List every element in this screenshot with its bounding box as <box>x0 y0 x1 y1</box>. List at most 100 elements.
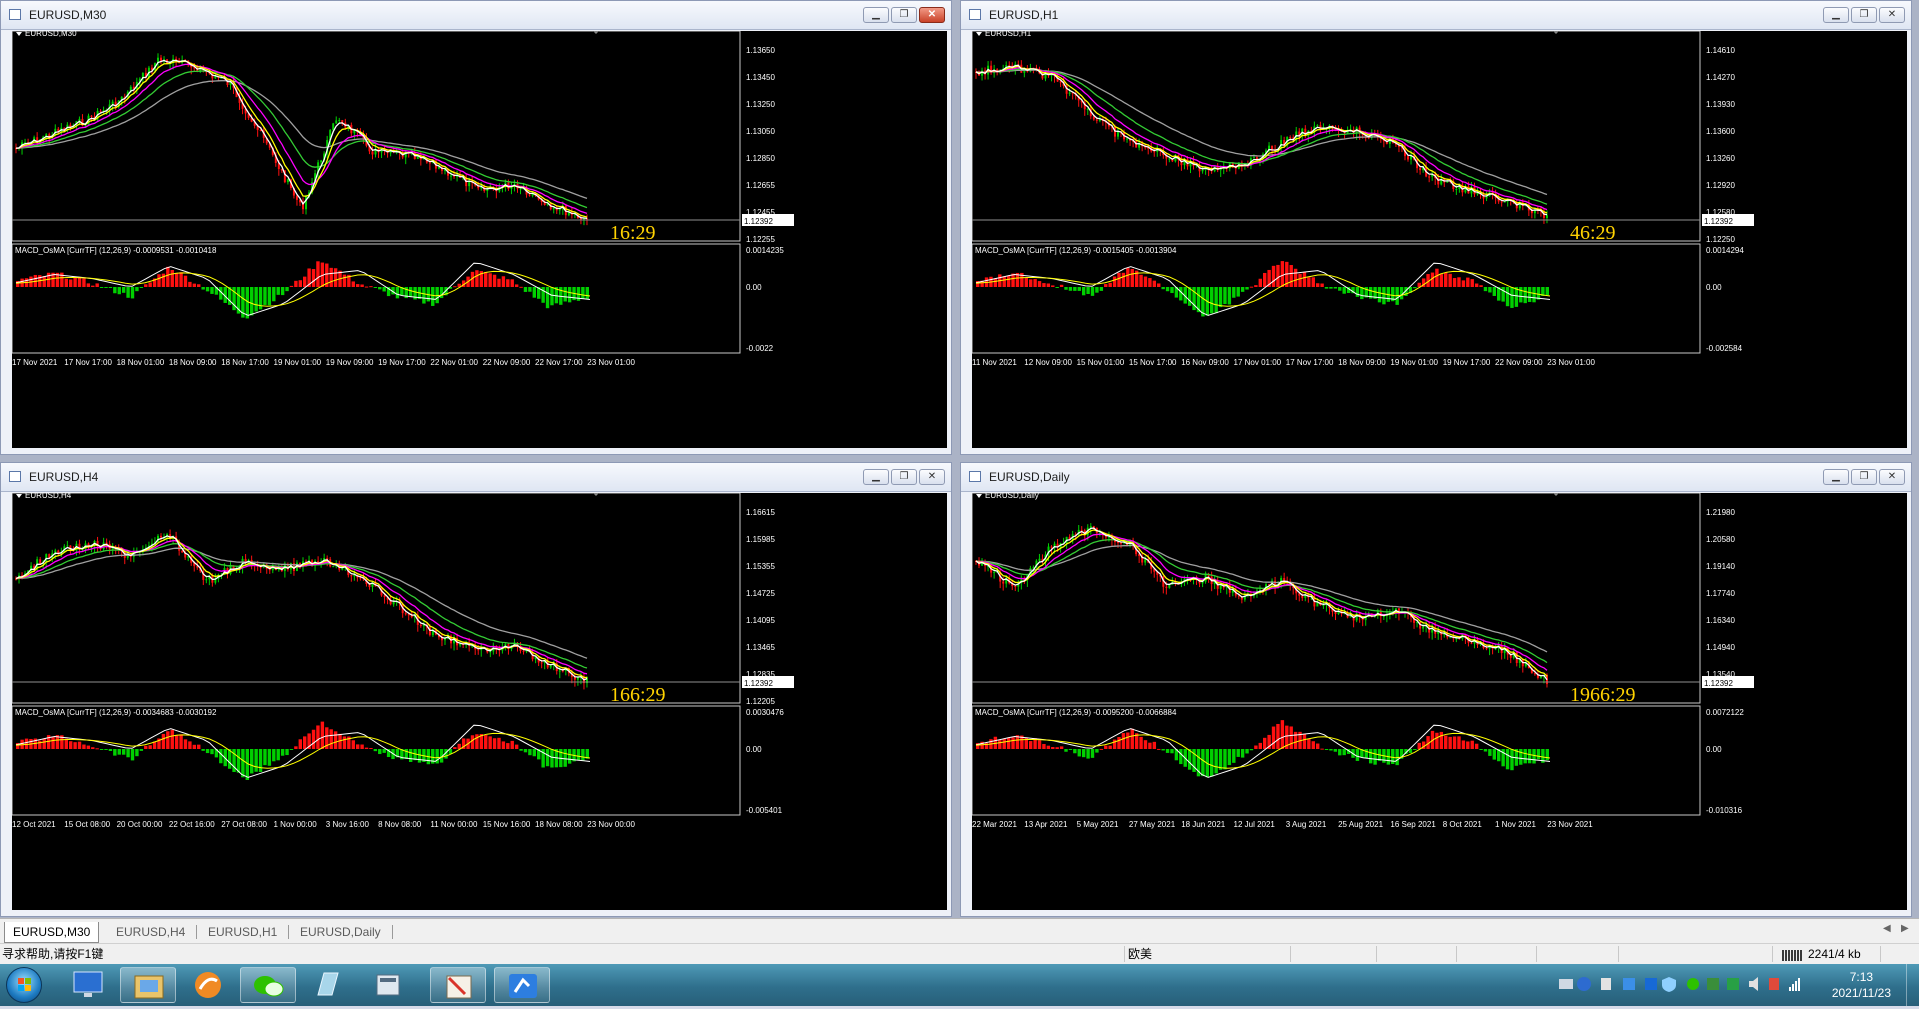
chart-window-h4[interactable]: EURUSD,H4 ▁ ❐ ✕ 1.12392 1.16615 1.15985 1.1… <box>0 462 952 917</box>
candle-body <box>99 110 102 112</box>
osma-bar <box>1090 749 1095 758</box>
osma-bar <box>1505 749 1510 770</box>
candle-body <box>1126 138 1129 140</box>
osma-bar <box>523 287 528 292</box>
osma-bar <box>1165 287 1170 292</box>
price-axis-label: 1.13260 <box>1706 154 1735 163</box>
price-axis-label: 1.14610 <box>1706 46 1735 55</box>
minimize-button[interactable]: ▁ <box>863 469 889 485</box>
osma-bar <box>550 287 554 306</box>
chart-window-h1[interactable]: EURUSD,H1 ▁ ❐ ✕ 1.12392 1.14610 1.14270 1.1… <box>960 0 1912 455</box>
candle-body <box>1419 168 1422 171</box>
taskbar-calculator[interactable] <box>360 967 416 1003</box>
candle-body <box>1252 157 1255 159</box>
osma-bar <box>1218 287 1223 308</box>
window-title: EURUSD,H1 <box>989 8 1059 22</box>
osma-bar <box>91 747 95 749</box>
osma-bar <box>382 749 386 753</box>
osma-bar <box>1311 277 1315 287</box>
osma-bar <box>329 729 333 749</box>
tab-eurusd-h1[interactable]: EURUSD,H1 <box>200 922 285 942</box>
osma-bar <box>1104 745 1108 749</box>
window-titlebar[interactable]: EURUSD,H4 ▁ ❐ ✕ <box>1 463 951 492</box>
maximize-button[interactable]: ❐ <box>891 469 917 485</box>
taskbar-metatrader[interactable] <box>494 967 550 1003</box>
osma-bar <box>475 734 479 749</box>
chart-window-daily[interactable]: EURUSD,Daily ▁ ❐ ✕ 1.12392 1.21980 1.20580… <box>960 462 1912 917</box>
tab-eurusd-m30[interactable]: EURUSD,M30 <box>4 922 100 943</box>
osma-bar <box>563 287 567 302</box>
price-chart[interactable]: 1.12392 1.14610 1.14270 1.13930 1.13600 1.132… <box>972 31 1907 448</box>
tray-signal-icon <box>1789 978 1800 991</box>
osma-bar <box>311 269 316 287</box>
osma-bar <box>1187 749 1192 770</box>
osma-bar <box>42 738 46 749</box>
candle-body <box>1038 558 1041 561</box>
price-chart[interactable]: 1.12392 1.16615 1.15985 1.15355 1.14725 1.140… <box>12 493 947 910</box>
maximize-button[interactable]: ❐ <box>891 7 917 23</box>
price-chart[interactable]: 1.12392 1.21980 1.20580 1.19140 1.17740 1.163… <box>972 493 1907 910</box>
taskbar-explorer[interactable] <box>120 967 176 1003</box>
taskbar-notebook[interactable] <box>300 967 356 1003</box>
close-button[interactable]: ✕ <box>919 7 945 23</box>
candle-body <box>181 550 184 553</box>
minimize-button[interactable]: ▁ <box>1823 7 1849 23</box>
chart-window-m30[interactable]: EURUSD,M30 ▁ ❐ ✕ 1.12392 1.13650 1.13450 1.… <box>0 0 952 455</box>
show-desktop-button[interactable] <box>1906 964 1919 1006</box>
maximize-button[interactable]: ❐ <box>1851 7 1877 23</box>
osma-bar <box>1417 742 1421 749</box>
price-chart[interactable]: 1.12392 1.13650 1.13450 1.13250 1.13050 1.128… <box>12 31 947 448</box>
taskbar-browser[interactable] <box>180 967 236 1003</box>
osma-bar <box>272 287 276 302</box>
tab-scroll-right-icon[interactable]: ▶ <box>1901 923 1909 934</box>
price-axis-label: 1.12835 <box>746 670 775 679</box>
osma-bar <box>1289 726 1293 749</box>
taskbar-desktop[interactable] <box>60 967 116 1003</box>
minimize-button[interactable]: ▁ <box>1823 469 1849 485</box>
osma-bar <box>528 749 532 756</box>
maximize-button[interactable]: ❐ <box>1851 469 1877 485</box>
taskbar-wechat[interactable] <box>240 967 296 1003</box>
tab-eurusd-h4[interactable]: EURUSD,H4 <box>108 922 193 942</box>
system-tray: 7:13 2021/11/23 <box>1559 964 1919 1006</box>
window-titlebar[interactable]: EURUSD,Daily ▁ ❐ ✕ <box>961 463 1911 492</box>
osma-bar <box>179 734 183 749</box>
osma-bar <box>311 729 316 749</box>
tab-eurusd-daily[interactable]: EURUSD,Daily <box>292 922 389 942</box>
price-axis-label: 1.14725 <box>746 589 775 598</box>
taskbar-clock[interactable]: 7:13 2021/11/23 <box>1832 969 1891 1001</box>
osma-bar <box>1280 720 1285 749</box>
osma-bar <box>121 287 126 293</box>
start-button[interactable] <box>6 967 42 1003</box>
osma-bar <box>1051 746 1055 749</box>
indicator-label: MACD_OsMA [CurrTF] (12,26,9) -0.0009531 … <box>15 246 217 255</box>
window-titlebar[interactable]: EURUSD,M30 ▁ ❐ ✕ <box>1 1 951 30</box>
taskbar-paint[interactable] <box>430 967 486 1003</box>
close-button[interactable]: ✕ <box>1879 469 1905 485</box>
window-titlebar[interactable]: EURUSD,H1 ▁ ❐ ✕ <box>961 1 1911 30</box>
osma-bar <box>1523 287 1527 304</box>
osma-bar <box>1099 287 1104 291</box>
current-price-label: 1.12392 <box>1704 217 1733 226</box>
status-profile[interactable]: 欧美 <box>1128 946 1152 962</box>
ma-green-line <box>975 539 1548 664</box>
osma-bar <box>501 276 506 287</box>
osma-bar <box>139 287 144 288</box>
osma-bar <box>1227 287 1232 305</box>
osma-bar <box>289 285 294 287</box>
osma-bar <box>492 738 497 749</box>
close-button[interactable]: ✕ <box>1879 7 1905 23</box>
candle-body <box>1316 125 1319 127</box>
osma-bar <box>585 287 589 299</box>
osma-bar <box>1271 726 1276 749</box>
minimize-button[interactable]: ▁ <box>863 7 889 23</box>
osma-bar <box>1249 749 1254 751</box>
osma-bar <box>1245 287 1249 290</box>
close-button[interactable]: ✕ <box>919 469 945 485</box>
tab-scroll-left-icon[interactable]: ◀ <box>1883 923 1891 934</box>
osma-bar <box>1320 283 1324 287</box>
osma-bar <box>1108 745 1112 749</box>
osma-bar <box>1258 742 1262 749</box>
osma-bar <box>342 274 347 287</box>
osma-bar <box>64 278 68 287</box>
